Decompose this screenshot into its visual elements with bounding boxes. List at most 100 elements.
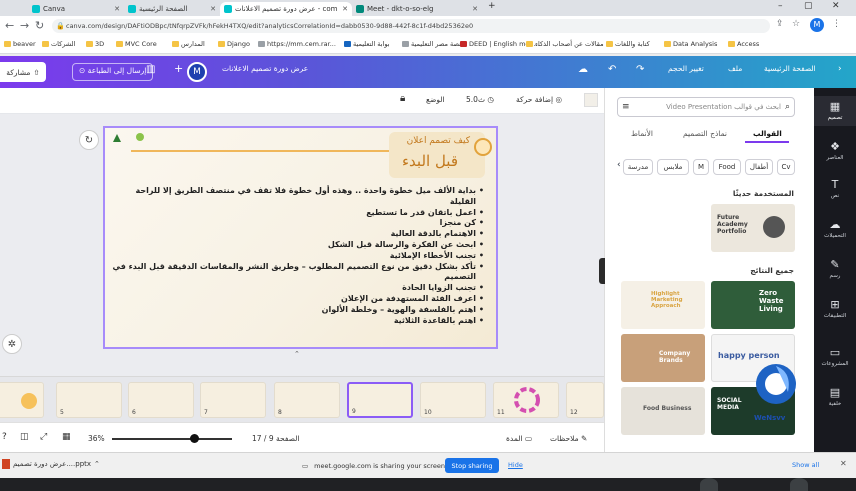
bookmark[interactable]: Django [218,40,250,48]
new-tab-icon[interactable]: + [488,1,496,11]
slide-title[interactable]: قبل البدء [402,152,458,170]
filter-icon[interactable]: ≡ [622,102,630,112]
lock-icon[interactable]: 🔒︎ [400,93,405,104]
share-page-icon[interactable]: ⇪ [776,19,784,29]
browser-tab[interactable]: Canva ✕ [28,2,124,16]
stats-icon[interactable]: ▥ [146,64,155,75]
bullet-list[interactable]: بداية الألف ميل خطوة واحدة .. وهذه أول خ… [112,186,484,326]
close-window-icon[interactable]: ✕ [832,1,840,11]
page-thumbnail[interactable]: 7 [200,382,266,418]
fullscreen-icon[interactable]: ⤢ [40,432,47,442]
url-field[interactable]: 🔒 canva.com/design/DAFtiODBpc/tNfqrpZVFk… [52,19,770,33]
magic-icon[interactable]: ✲ [2,334,22,354]
recent-template[interactable]: Future Academy Portfolio [711,204,795,252]
filter-chip[interactable]: Cv [777,159,795,175]
rail-draw[interactable]: ✎ رسم [814,258,856,279]
maximize-icon[interactable]: ▢ [804,1,813,11]
rotate-icon[interactable]: ↻ [79,130,99,150]
close-tab-icon[interactable]: ✕ [472,5,478,13]
rail-apps[interactable]: ⊞ التطبيقات [814,298,856,319]
home-button[interactable]: الصفحة الرئيسية [764,64,816,73]
close-tab-icon[interactable]: ✕ [342,5,348,13]
bookmark[interactable]: Access [728,40,759,48]
close-icon[interactable]: ✕ [840,459,847,468]
duration-button[interactable]: المدة ▭ [506,434,532,443]
filter-chip[interactable]: Food [713,159,741,175]
download-item[interactable]: عرض دورة تصميم....pptx ⌃ [2,459,100,469]
filter-chip[interactable]: أطفال [745,159,773,175]
page-thumbnail-selected[interactable]: 9 [347,382,413,418]
tab-templates[interactable]: القوالب [753,129,782,138]
undo-icon[interactable]: ↶ [608,64,616,75]
bookmark[interactable]: كتابة واللغات [606,40,650,48]
design-title[interactable]: عرض دورة تصميم الاعلانات [222,64,308,73]
page-thumbnail[interactable]: 11 [493,382,559,418]
filter-chip[interactable]: ملابس [657,159,689,175]
template-card[interactable]: Food Business [621,387,705,435]
profile-avatar[interactable]: M [810,18,824,32]
chevron-right-icon[interactable]: › [838,64,842,74]
rail-text[interactable]: T نص [814,178,856,199]
stop-sharing-button[interactable]: Stop sharing [445,458,499,473]
page-thumbnail[interactable]: 6 [128,382,194,418]
slide-subtitle[interactable]: كيف تصمم اعلان [407,136,470,146]
zoom-value[interactable]: 36% [88,434,105,443]
bookmark[interactable]: https://mm.cem.rar... [258,40,336,48]
template-card[interactable]: Company Brands [621,334,705,382]
share-button[interactable]: مشاركة ⇧ [0,62,46,82]
bookmark[interactable]: MVC Core [116,40,157,48]
zoom-slider[interactable] [112,434,232,443]
filter-chip[interactable]: M [693,159,709,175]
collapse-chevron-icon[interactable]: ⌃ [294,350,300,358]
bookmark[interactable]: 3D [86,40,104,48]
bookmark[interactable]: مقالات عن أصحاب الذكاء [526,40,604,48]
bookmark[interactable]: الشركات [42,40,75,48]
browser-menu-icon[interactable]: ⋮ [832,19,841,29]
browser-tab[interactable]: الصفحة الرئيسية ✕ [124,2,220,16]
hide-button[interactable]: Hide [508,461,523,469]
tab-design-models[interactable]: نماذج التصميم [683,129,727,138]
add-collaborator-button[interactable]: + [174,62,183,75]
page-thumbnail[interactable]: 8 [274,382,340,418]
page-thumbnail[interactable] [0,382,44,418]
chevron-up-icon[interactable]: ⌃ [94,460,100,468]
bookmark[interactable]: بوابة التعليمية [344,40,390,48]
file-menu[interactable]: ملف [728,64,742,73]
forward-icon[interactable]: → [20,19,29,32]
rail-projects[interactable]: ▭ المشروعات [814,346,856,367]
filter-chip[interactable]: مدرسة [623,159,653,175]
redo-icon[interactable]: ↷ [636,64,644,75]
back-icon[interactable]: ← [5,19,14,32]
send-to-print-button[interactable]: ⊙ إرسال إلى الطباعة [72,63,154,81]
position-button[interactable]: الوضع [426,95,445,104]
resize-button[interactable]: تغيير الحجم [668,64,704,73]
avatar[interactable]: M [187,62,207,82]
color-swatch[interactable] [584,93,598,107]
chevron-left-icon[interactable]: ‹ [617,160,621,170]
rail-elements[interactable]: ❖ العناصر [814,140,856,161]
slide-canvas[interactable]: كيف تصمم اعلان قبل البدء بداية الألف ميل… [103,126,498,349]
bookmark[interactable]: Data Analysis [664,40,717,48]
minimize-icon[interactable]: – [778,1,783,11]
notes-button[interactable]: ملاحظات ✎ [550,434,587,443]
help-icon[interactable]: ? [2,432,7,442]
tab-styles[interactable]: الأنماط [631,129,653,138]
grid-view-icon[interactable]: ▦ [62,432,71,442]
collapse-panel-handle[interactable] [599,258,605,284]
browser-tab[interactable]: Meet - dkt-o-so-elg ✕ [352,2,482,16]
template-card[interactable]: Highlight Marketing Approach [621,281,705,329]
rail-design[interactable]: ▦ تصميم [814,96,856,126]
bookmark[interactable]: منصة مصر التعليمية [402,40,465,48]
close-tab-icon[interactable]: ✕ [114,5,120,13]
bookmark[interactable]: المدارس [172,40,205,48]
page-thumbnail[interactable]: 5 [56,382,122,418]
zoom-handle[interactable] [189,434,199,443]
presenter-icon[interactable]: ◫ [20,432,29,442]
star-icon[interactable]: ☆ [792,19,800,29]
add-animation-button[interactable]: إضافة حركة ◎ [516,95,562,104]
bookmark[interactable]: beaver [4,40,36,48]
close-tab-icon[interactable]: ✕ [210,5,216,13]
page-thumbnail[interactable]: 12 [566,382,604,418]
rail-uploads[interactable]: ☁ التحميلات [814,218,856,239]
rail-background[interactable]: ▤ خلفية [814,386,856,407]
